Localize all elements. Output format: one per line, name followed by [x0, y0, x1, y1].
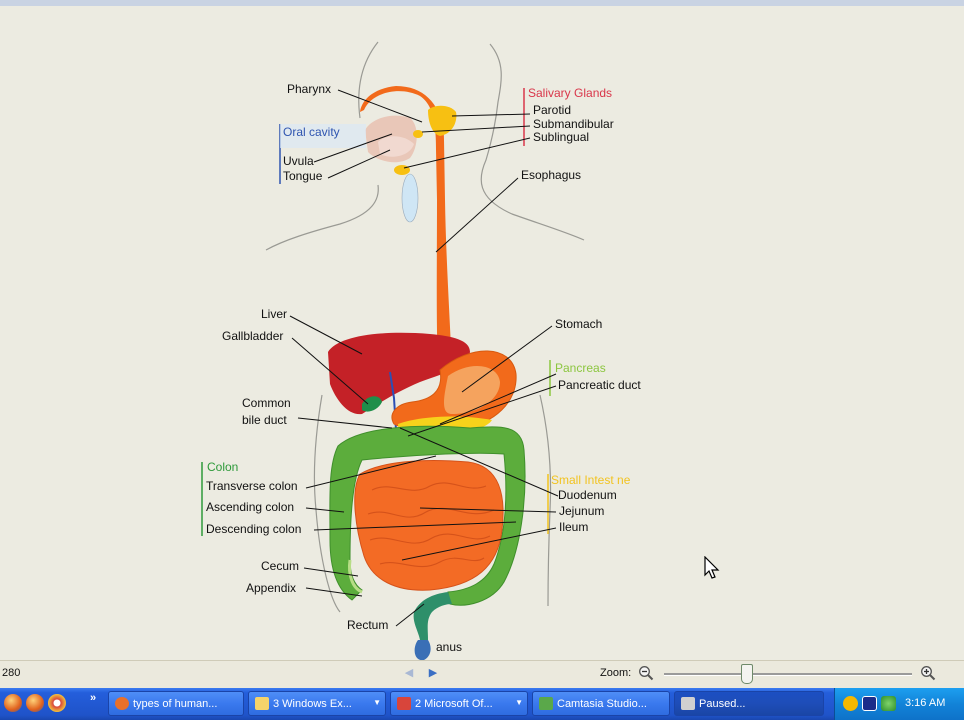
label-uvula: Uvula [283, 154, 314, 168]
label-cecum: Cecum [261, 559, 299, 573]
group-caret-icon: ▼ [373, 698, 381, 707]
rectum-shape [413, 592, 452, 640]
label-duodenum: Duodenum [558, 488, 617, 502]
taskbar-button-paused[interactable]: Paused... [674, 691, 824, 716]
system-tray: 3:16 AM [834, 688, 964, 720]
label-salivary-glands: Salivary Glands [528, 86, 612, 100]
zoom-slider-thumb[interactable] [741, 664, 753, 684]
tray-network-icon[interactable] [881, 696, 896, 711]
label-transverse-colon: Transverse colon [206, 479, 298, 493]
label-pancreatic-duct: Pancreatic duct [558, 378, 641, 392]
label-stomach: Stomach [555, 317, 602, 331]
group-caret-icon: ▼ [515, 698, 523, 707]
quicklaunch-firefox-icon[interactable] [4, 694, 22, 712]
label-submandibular: Submandibular [533, 117, 614, 131]
zoom-out-icon[interactable] [638, 665, 654, 681]
taskbar-button-firefox[interactable]: types of human... [108, 691, 244, 716]
office-icon [397, 697, 411, 710]
folder-icon [255, 697, 269, 710]
label-oral-cavity: Oral cavity [283, 125, 340, 139]
label-ileum: Ileum [559, 520, 588, 534]
label-sublingual: Sublingual [533, 130, 589, 144]
recorder-icon [681, 697, 695, 710]
viewer-status-bar: 280 ◀ ▶ Zoom: [0, 660, 964, 689]
label-small-intestine: Small Intest ne [551, 473, 631, 487]
taskbar-button-microsoft-office[interactable]: 2 Microsoft Of... ▼ [390, 691, 528, 716]
zoom-label: Zoom: [600, 667, 632, 679]
label-liver: Liver [261, 307, 287, 321]
label-rectum: Rectum [347, 618, 388, 632]
tray-media-icon[interactable] [862, 696, 877, 711]
label-descending-colon: Descending colon [206, 522, 301, 536]
oral-region [365, 115, 419, 223]
label-common-bile-duct-line1: Common [242, 396, 291, 410]
label-pharynx: Pharynx [287, 82, 331, 96]
quicklaunch-chrome-icon[interactable] [48, 694, 66, 712]
taskbar: » types of human... 3 Windows Ex... ▼ 2 … [0, 688, 964, 720]
quicklaunch-browser-icon[interactable] [26, 694, 44, 712]
zoom-in-icon[interactable] [920, 665, 936, 681]
trachea [401, 173, 419, 223]
page-number: 280 [2, 667, 21, 679]
tray-camtasia-icon[interactable] [843, 696, 858, 711]
label-anus: anus [436, 640, 462, 654]
zoom-slider[interactable] [664, 664, 912, 684]
label-colon: Colon [207, 460, 238, 474]
label-tongue: Tongue [283, 169, 323, 183]
label-esophagus: Esophagus [521, 168, 581, 182]
anus-shape [414, 640, 431, 660]
clock: 3:16 AM [905, 697, 946, 709]
label-jejunum: Jejunum [559, 504, 604, 518]
mouse-cursor-icon [704, 556, 720, 579]
label-appendix: Appendix [246, 581, 296, 595]
label-pancreas: Pancreas [555, 361, 606, 375]
label-common-bile-duct-line2: bile duct [242, 413, 287, 427]
firefox-icon [115, 697, 129, 710]
previous-page-arrow-icon[interactable]: ◀ [402, 665, 416, 681]
quicklaunch-more-chevron[interactable]: » [90, 692, 96, 704]
taskbar-button-windows-explorer[interactable]: 3 Windows Ex... ▼ [248, 691, 386, 716]
taskbar-button-camtasia[interactable]: Camtasia Studio... [532, 691, 670, 716]
label-gallbladder: Gallbladder [222, 329, 283, 343]
document-canvas: Pharynx Salivary Glands Parotid Submandi… [0, 6, 964, 660]
label-parotid: Parotid [533, 103, 571, 117]
next-page-arrow-icon[interactable]: ▶ [426, 665, 440, 681]
camtasia-icon [539, 697, 553, 710]
digestive-system-diagram: Pharynx Salivary Glands Parotid Submandi… [201, 41, 641, 660]
label-ascending-colon: Ascending colon [206, 500, 294, 514]
